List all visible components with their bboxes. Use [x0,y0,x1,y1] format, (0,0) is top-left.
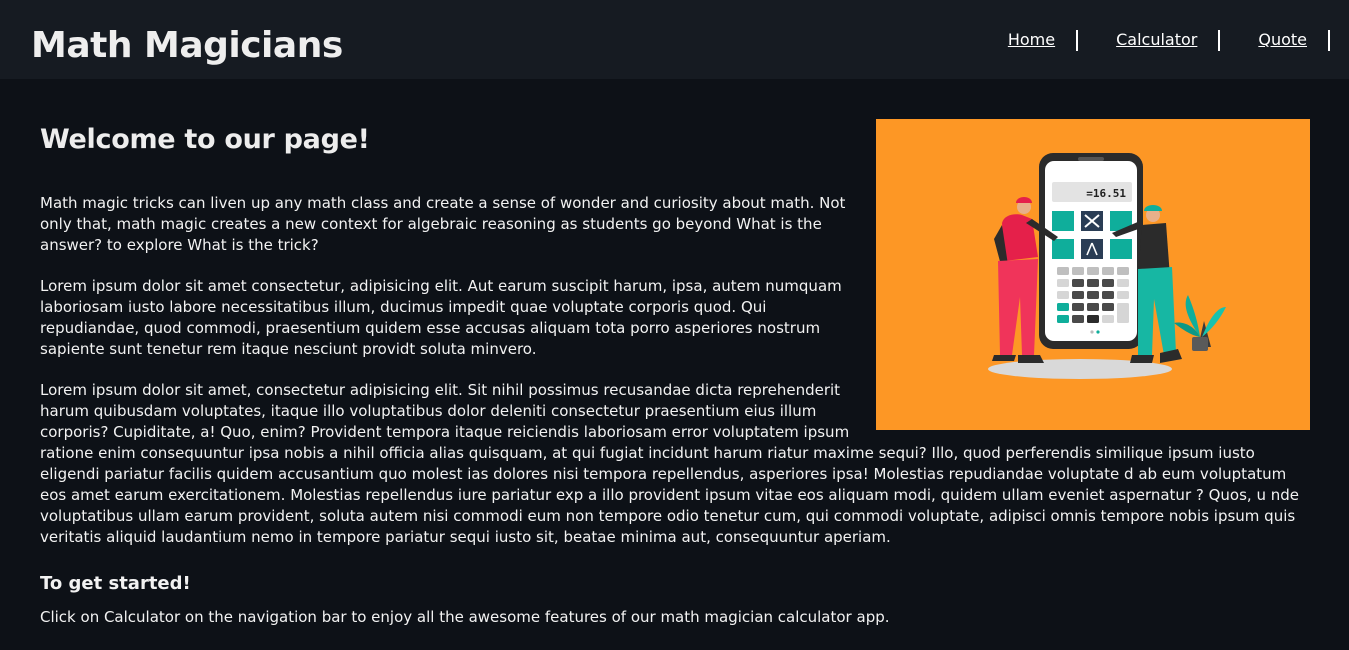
nav-link-quote[interactable]: Quote [1258,29,1307,51]
main-content: =16.51 Welcome to our page! Math magic t… [40,106,1310,628]
svg-text:=16.51: =16.51 [1086,187,1126,200]
brand-title: Math Magicians [31,25,343,66]
nav-divider [1218,29,1221,51]
nav-link-calculator[interactable]: Calculator [1116,29,1197,51]
instructions-text: Click on Calculator on the navigation ba… [40,608,890,626]
app-header: Math Magicians Home Calculator Quote [0,0,1349,79]
nav-divider [1076,29,1079,51]
nav-link-home[interactable]: Home [1008,29,1055,51]
calculator-illustration: =16.51 [876,119,1310,430]
plant-icon [1174,295,1226,351]
nav-divider [1328,29,1330,51]
phone-calculator-icon: =16.51 [1039,153,1143,349]
main-navigation: Home Calculator Quote [1008,29,1330,51]
calculator-people-illustration: =16.51 [988,153,1226,379]
section-heading: To get started! [40,573,191,594]
